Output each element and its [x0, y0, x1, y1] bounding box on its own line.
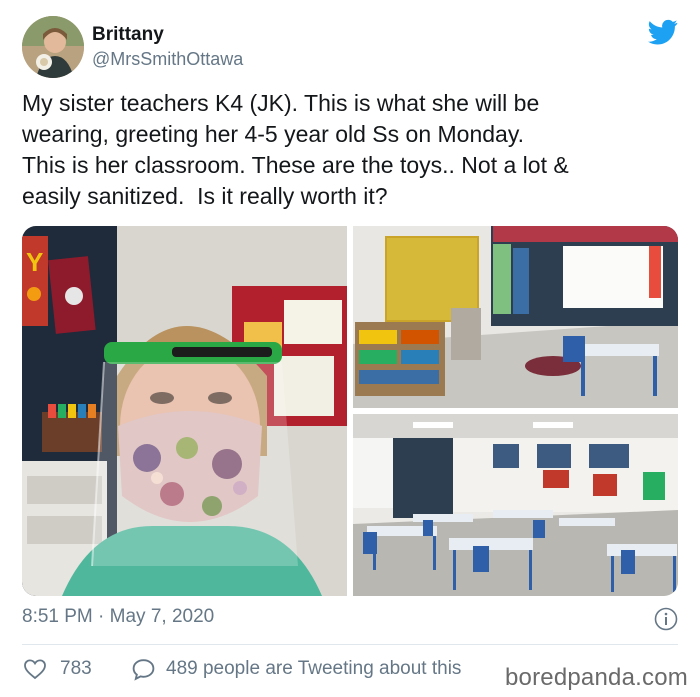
info-icon[interactable] — [654, 607, 678, 631]
photo-classroom-desks[interactable] — [353, 414, 678, 596]
display-name[interactable]: Brittany — [92, 24, 164, 46]
heart-icon[interactable] — [23, 657, 47, 681]
like-count[interactable]: 783 — [60, 658, 92, 680]
user-handle[interactable]: @MrsSmithOttawa — [92, 49, 243, 70]
tweet-card: Brittany @MrsSmithOttawa My sister teach… — [0, 0, 700, 697]
svg-text:Y: Y — [26, 247, 43, 277]
photo-teacher-selfie[interactable]: Y — [22, 226, 347, 596]
speech-bubble-icon[interactable] — [131, 657, 156, 682]
twitter-bird-icon[interactable] — [646, 17, 680, 47]
divider — [22, 644, 678, 645]
photo-grid: Y — [22, 226, 678, 596]
avatar[interactable] — [22, 16, 84, 78]
tweet-text: My sister teachers K4 (JK). This is what… — [22, 90, 569, 209]
watermark-logo: boredpanda.com — [505, 664, 688, 691]
tweeting-about-this-link[interactable]: 489 people are Tweeting about this — [166, 658, 461, 680]
tweet-timestamp[interactable]: 8:51 PM · May 7, 2020 — [22, 606, 214, 628]
photo-classroom-corner[interactable] — [353, 226, 678, 408]
